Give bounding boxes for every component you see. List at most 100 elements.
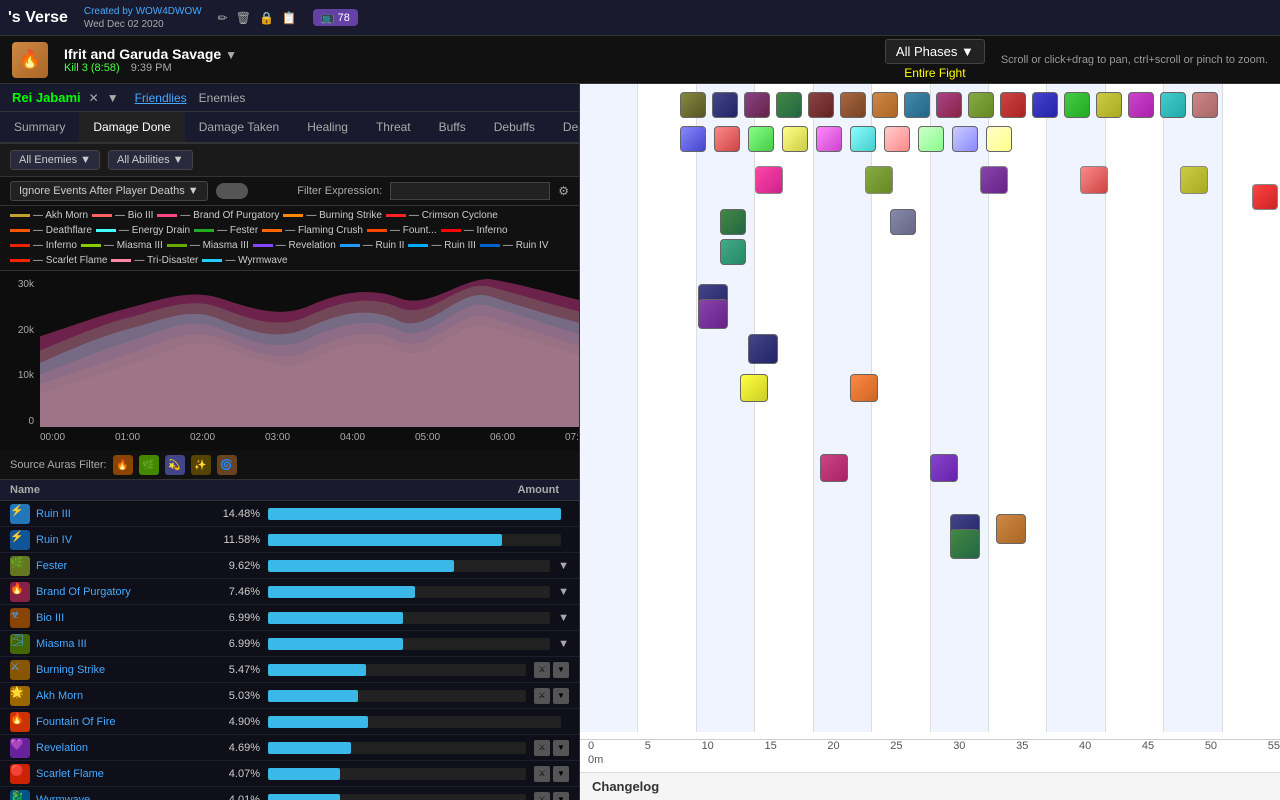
table-row[interactable]: 🔥 Fountain Of Fire 4.90% (0, 709, 579, 735)
row-miasma-extras: ▼ (558, 638, 569, 650)
scatter-chart[interactable]: 0 5 10 15 20 25 30 35 40 45 50 55 0m (580, 84, 1280, 772)
tab-summary[interactable]: Summary (0, 112, 79, 142)
scatter-icon (884, 126, 910, 152)
fight-info: Ifrit and Garuda Savage ▼ Kill 3 (8:58) … (64, 46, 869, 74)
table-row[interactable]: ☣ Bio III 6.99% ▼ (0, 605, 579, 631)
x-label-35: 35 (1016, 740, 1028, 752)
scatter-item-solo (996, 514, 1026, 544)
row-scarlet-name: 🔴 Scarlet Flame (10, 764, 210, 784)
row-ruin4-icon: ⚡ (10, 530, 30, 550)
scatter-icon (680, 126, 706, 152)
source-icon-2[interactable]: 🌿 (139, 455, 159, 475)
kill-label: Kill 3 (8:58) (64, 62, 120, 74)
fight-bar: 🔥 Ifrit and Garuda Savage ▼ Kill 3 (8:58… (0, 36, 1280, 84)
row-fountain-name: 🔥 Fountain Of Fire (10, 712, 210, 732)
table-row[interactable]: ⚡ Ruin IV 11.58% (0, 527, 579, 553)
x-label-50: 50 (1205, 740, 1217, 752)
source-icon-1[interactable]: 🔥 (113, 455, 133, 475)
tab-damage-done[interactable]: Damage Done (79, 112, 184, 144)
legend-miasma2: — Miasma III (167, 240, 249, 251)
legend-revelation: — Revelation (253, 240, 336, 251)
edit-icon[interactable]: ✏ (218, 11, 228, 25)
legend-death: — Deathflare (10, 225, 92, 236)
tab-deaths[interactable]: Deaths (549, 112, 579, 142)
row-akh-name: 🌟 Akh Morn (10, 686, 210, 706)
events-select-btn[interactable]: Ignore Events After Player Deaths ▼ (10, 181, 208, 201)
filter-gear-icon[interactable]: ⚙ (558, 184, 569, 198)
row-scarlet-bar (268, 768, 526, 780)
share-icon[interactable]: 📋 (282, 11, 297, 25)
table-row[interactable]: 💜 Revelation 4.69% ⚔ ▼ (0, 735, 579, 761)
tab-damage-taken[interactable]: Damage Taken (185, 112, 294, 142)
enemies-filter-btn[interactable]: All Enemies ▼ (10, 150, 100, 170)
row-revelation-icon: 💜 (10, 738, 30, 758)
dps-chart[interactable]: 30k 20k 10k 0 (0, 271, 579, 451)
lock-icon[interactable]: 🔒 (259, 11, 274, 25)
trash-icon[interactable]: 🗑 (236, 11, 251, 25)
scatter-icon (714, 126, 740, 152)
table-row[interactable]: 🐉 Wyrmwave 4.01% ⚔ ▼ (0, 787, 579, 800)
table-row[interactable]: 🔥 Brand Of Purgatory 7.46% ▼ (0, 579, 579, 605)
author-name: WOW4DWOW (136, 6, 202, 17)
table-row[interactable]: ⚔ Burning Strike 5.47% ⚔ ▼ (0, 657, 579, 683)
scatter-item-solo (930, 454, 958, 482)
right-scroll-hint-fight: Scroll or click+drag to pan, ctrl+scroll… (1001, 54, 1268, 66)
source-icon-5[interactable]: 🌀 (217, 455, 237, 475)
fight-meta: Kill 3 (8:58) 9:39 PM (64, 62, 869, 74)
scatter-icon (680, 92, 706, 118)
tab-healing[interactable]: Healing (293, 112, 362, 142)
table-row[interactable]: 🔴 Scarlet Flame 4.07% ⚔ ▼ (0, 761, 579, 787)
scatter-icon (748, 126, 774, 152)
scatter-item-solo (748, 334, 778, 364)
changelog-bar[interactable]: Changelog (580, 772, 1280, 800)
col-amount-header: Amount (290, 484, 570, 496)
row-ruin3-icon: ⚡ (10, 504, 30, 524)
source-icon-3[interactable]: 💫 (165, 455, 185, 475)
legend-ruin4: — Ruin IV (480, 240, 549, 251)
events-filter-label: Ignore Events After Player Deaths ▼ (19, 185, 199, 197)
scatter-icon (744, 92, 770, 118)
scatter-icon (816, 126, 842, 152)
twitch-button[interactable]: 📺 78 (313, 9, 358, 26)
table-row[interactable]: 🌿 Fester 9.62% ▼ (0, 553, 579, 579)
scatter-icon (1096, 92, 1122, 118)
scatter-icon (840, 92, 866, 118)
top-bar: 's Verse Created by WOW4DWOW Wed Dec 02 … (0, 0, 1280, 36)
tab-debuffs[interactable]: Debuffs (480, 112, 549, 142)
twitch-icon: 📺 (321, 12, 335, 24)
source-icon-4[interactable]: ✨ (191, 455, 211, 475)
scatter-item-solo (1180, 166, 1208, 194)
row-miasma-icon: 🌫 (10, 634, 30, 654)
scatter-item-solo (950, 529, 980, 559)
created-by: Created by WOW4DWOW Wed Dec 02 2020 (84, 5, 202, 31)
player-name: Rei Jabami (12, 90, 81, 105)
phase-selector[interactable]: All Phases ▼ (885, 39, 985, 64)
filter-enemies[interactable]: Enemies (199, 91, 246, 105)
table-row[interactable]: 🌫 Miasma III 6.99% ▼ (0, 631, 579, 657)
player-down-icon[interactable]: ▼ (107, 91, 119, 105)
row-wyrm-bar-group: 4.01% (210, 794, 534, 800)
scatter-item-solo (890, 209, 916, 235)
table-row[interactable]: ⚡ Ruin III 14.48% (0, 501, 579, 527)
row-akh-icon: 🌟 (10, 686, 30, 706)
filter-friendlies[interactable]: Friendlies (135, 91, 187, 105)
row-fountain-bar (268, 716, 561, 728)
filter-expr-input[interactable] (390, 182, 550, 200)
row-revelation-bar-group: 4.69% (210, 742, 534, 754)
player-edit-icon[interactable]: ✕ (89, 91, 99, 105)
tab-threat[interactable]: Threat (362, 112, 425, 142)
scatter-icon (782, 126, 808, 152)
x-label-15: 15 (764, 740, 776, 752)
tab-buffs[interactable]: Buffs (425, 112, 480, 142)
row-ruin4-bar (268, 534, 561, 546)
row-brand-bar (268, 586, 550, 598)
abilities-filter-btn[interactable]: All Abilities ▼ (108, 150, 193, 170)
row-wyrm-bar (268, 794, 526, 800)
table-row[interactable]: 🌟 Akh Morn 5.03% ⚔ ▼ (0, 683, 579, 709)
scatter-item-solo (980, 166, 1008, 194)
row-scarlet-bar-group: 4.07% (210, 768, 534, 780)
events-toggle[interactable] (216, 183, 248, 199)
x-label-30: 30 (953, 740, 965, 752)
row-miasma-bar-group: 6.99% (210, 638, 558, 650)
legend-ruin2: — Ruin II (340, 240, 405, 251)
